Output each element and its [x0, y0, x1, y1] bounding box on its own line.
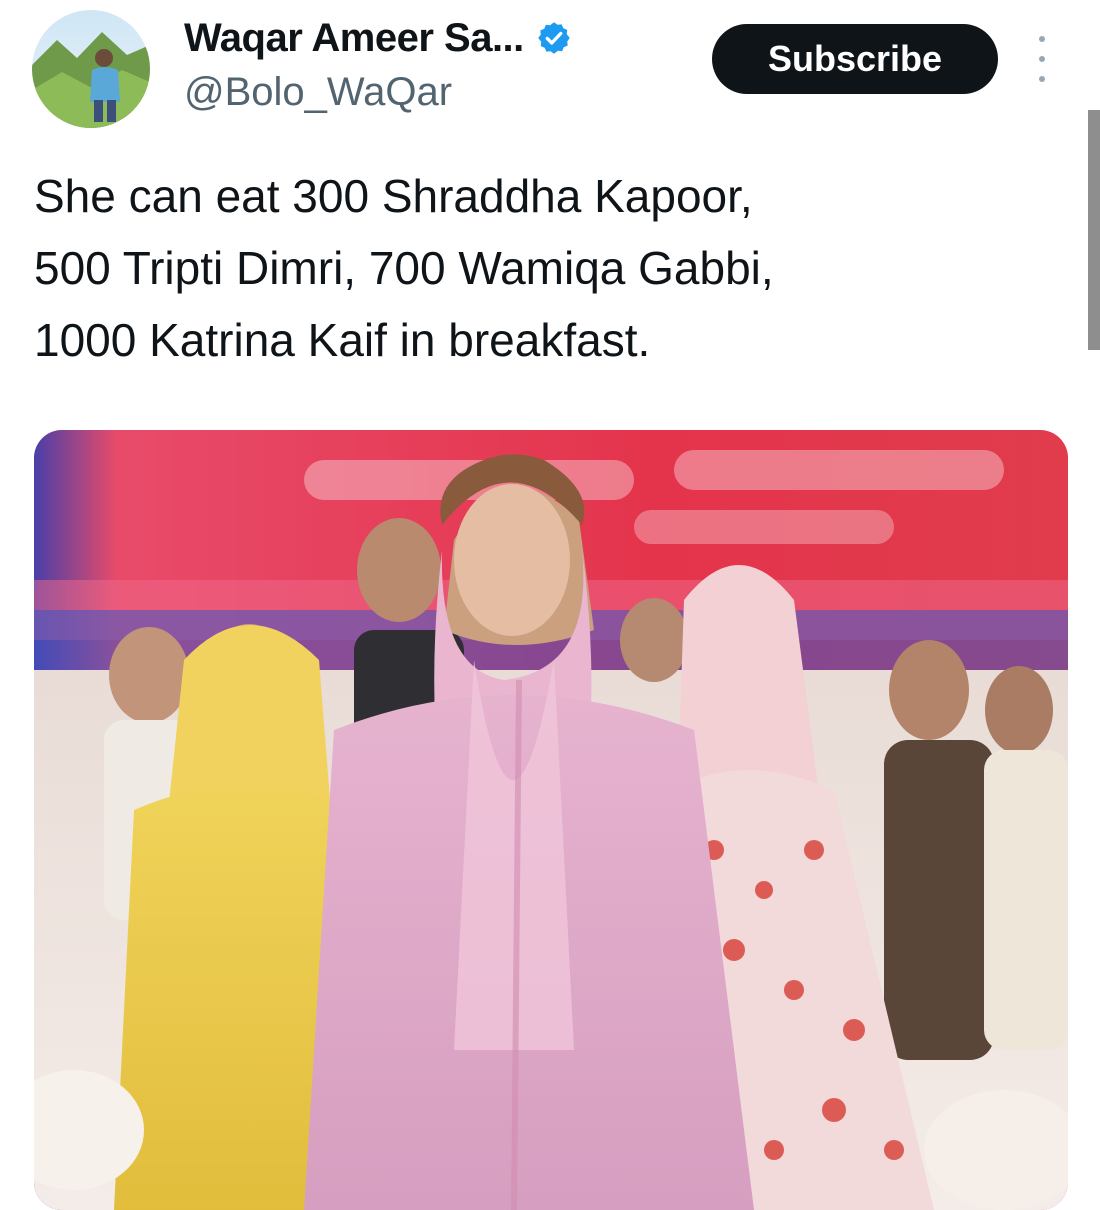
author-avatar[interactable] [32, 10, 150, 128]
tweet-text: She can eat 300 Shraddha Kapoor, 500 Tri… [34, 160, 1054, 376]
avatar-photo [32, 10, 150, 128]
scrollbar[interactable] [1088, 110, 1100, 350]
more-vertical-icon[interactable] [1030, 36, 1054, 82]
author-name-row[interactable]: Waqar Ameer Sa... [184, 12, 572, 64]
more-dot [1039, 36, 1045, 42]
tweet-text-line: 1000 Katrina Kaif in breakfast. [34, 314, 651, 366]
more-dot [1039, 76, 1045, 82]
author-display-name[interactable]: Waqar Ameer Sa... [184, 16, 524, 61]
verified-badge-icon [536, 20, 572, 56]
more-dot [1039, 56, 1045, 62]
photo-illustration [34, 430, 1068, 1210]
tweet-media-photo[interactable] [34, 430, 1068, 1210]
author-handle[interactable]: @Bolo_WaQar [184, 70, 452, 115]
tweet-text-line: 500 Tripti Dimri, 700 Wamiqa Gabbi, [34, 242, 774, 294]
tweet-text-line: She can eat 300 Shraddha Kapoor, [34, 170, 753, 222]
subscribe-button[interactable]: Subscribe [712, 24, 998, 94]
